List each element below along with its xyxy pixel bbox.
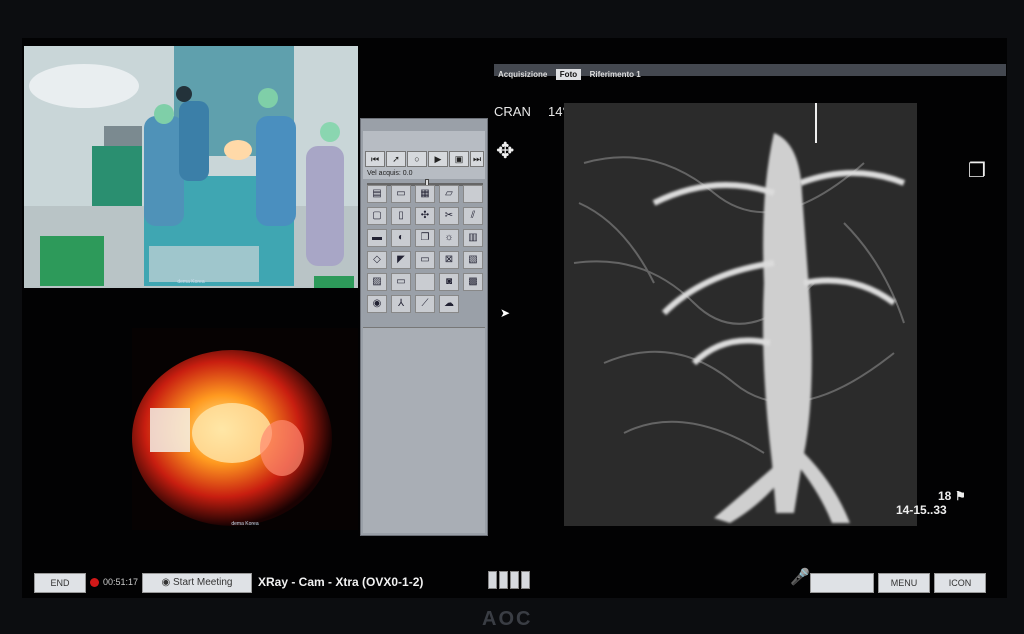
text-input-field[interactable] [810, 573, 874, 593]
monitor-brand-logo: AOC [482, 608, 533, 630]
meeting-icon: ◉ [161, 577, 174, 588]
tool-panel: ⏮ ➚ ○ ▶ ▣ ⏭ Vel acquis: 0.0 ▤ ▭ ▦ ▱ ▢ ▯ … [360, 118, 488, 536]
orientation-label: CRAN [494, 104, 531, 119]
image-icon[interactable]: ▨ [367, 273, 387, 291]
ruler-icon[interactable]: ▬ [367, 229, 387, 247]
tab-foto[interactable]: Foto [555, 69, 582, 80]
end-button[interactable]: END [34, 573, 86, 593]
copy-icon[interactable]: ❐ [415, 229, 435, 247]
start-meeting-label: Start Meeting [173, 577, 233, 588]
disk-icon[interactable]: ▩ [463, 273, 483, 291]
crosshair-icon[interactable]: ✣ [415, 207, 435, 225]
close-box-icon[interactable]: ⊠ [439, 251, 459, 269]
folder-icon-2[interactable]: ▭ [415, 251, 435, 269]
blank-icon[interactable] [463, 185, 483, 203]
tool-panel-empty-pane [363, 327, 485, 533]
pages-icon[interactable]: ❐ [968, 158, 986, 183]
viewer-tab-bar: Acquisizione Foto Riferimento 1 [494, 64, 1006, 80]
eye-icon[interactable]: ◉ [367, 295, 387, 313]
circle-icon[interactable]: ○ [407, 151, 427, 167]
tab-acquisizione[interactable]: Acquisizione [494, 69, 551, 80]
sun-icon[interactable]: ☼ [439, 229, 459, 247]
wrench-icon[interactable]: ⟋ [415, 295, 435, 313]
layout-segment-2[interactable] [499, 571, 508, 589]
recording-indicator-icon [90, 578, 99, 587]
microphone-icon[interactable]: 🎤 [790, 567, 810, 587]
pointer-icon[interactable]: ➚ [386, 151, 406, 167]
time-label: 14-15..33 [896, 503, 947, 517]
diamond-icon[interactable]: ◇ [367, 251, 387, 269]
skip-forward-icon[interactable]: ⏭ [470, 151, 484, 167]
angiography-image[interactable] [564, 103, 917, 526]
icon-button[interactable]: ICON [934, 573, 986, 593]
pistol-icon[interactable]: ◤ [391, 251, 411, 269]
flag-icon: ⚑ [955, 489, 966, 503]
contrast-icon[interactable]: ◐ [391, 229, 411, 247]
operating-room-camera-feed[interactable]: dema Korea [24, 46, 358, 288]
real-icon[interactable]: ▤ [367, 185, 387, 203]
session-title: XRay - Cam - Xtra (OVX0-1-2) [258, 575, 424, 589]
start-meeting-button[interactable]: ◉ Start Meeting [142, 573, 252, 593]
export-icon[interactable]: ▭ [391, 273, 411, 291]
mouse-cursor-icon: ➤ [500, 306, 511, 320]
document-icon[interactable]: ▯ [391, 207, 411, 225]
play-icon[interactable]: ▶ [428, 151, 448, 167]
record-icon[interactable]: ▣ [449, 151, 469, 167]
triad-icon[interactable]: ⅄ [391, 295, 411, 313]
camera-icon[interactable]: ◙ [439, 273, 459, 291]
mem-icon[interactable]: ▦ [415, 185, 435, 203]
layout-segment-4[interactable] [521, 571, 530, 589]
folder-icon[interactable]: ▭ [391, 185, 411, 203]
field-camera-caption: dema Korea [231, 521, 259, 527]
film-icon[interactable]: ▥ [463, 229, 483, 247]
frame-number: 18 [938, 489, 952, 503]
blank-icon-2[interactable] [415, 273, 435, 291]
cloud-icon[interactable]: ☁ [439, 295, 459, 313]
menu-button[interactable]: MENU [878, 573, 930, 593]
scissors-icon[interactable]: ✂ [439, 207, 459, 225]
layers-icon[interactable]: ▧ [463, 251, 483, 269]
velocity-label: Vel acquis: 0.0 [367, 170, 413, 177]
room-camera-caption: dema Korea [177, 279, 205, 285]
monitor-icon[interactable]: ▢ [367, 207, 387, 225]
skip-back-icon[interactable]: ⏮ [365, 151, 385, 167]
move-icon[interactable]: ✥ [496, 138, 514, 164]
folder-open-icon[interactable]: ▱ [439, 185, 459, 203]
transport-bar: ⏮ ➚ ○ ▶ ▣ ⏭ Vel acquis: 0.0 [363, 131, 485, 189]
split-icon[interactable]: ⫽ [463, 207, 483, 225]
tool-grid: ▤ ▭ ▦ ▱ ▢ ▯ ✣ ✂ ⫽ ▬ ◐ ❐ ☼ ▥ ◇ ◤ ▭ ⊠ ▧ ▨ … [367, 185, 483, 313]
layout-segment-1[interactable] [488, 571, 497, 589]
meeting-timer: 00:51:17 [103, 577, 139, 587]
layout-segment-3[interactable] [510, 571, 519, 589]
tab-riferimento[interactable]: Riferimento 1 [586, 69, 645, 80]
surgical-field-camera-feed[interactable]: dema Korea [132, 328, 358, 530]
